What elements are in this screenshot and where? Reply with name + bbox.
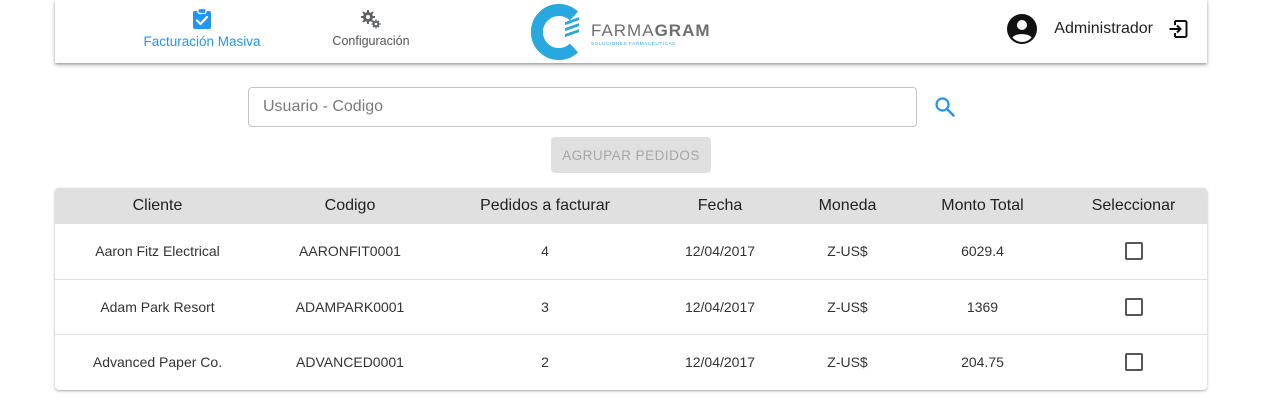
account-circle-icon[interactable] — [1006, 13, 1038, 45]
cell-fecha: 12/04/2017 — [684, 353, 756, 370]
cell-seleccionar — [1060, 224, 1207, 279]
logo-wordmark: FARMAGRAM — [591, 22, 711, 39]
column-header-codigo: Codigo — [324, 197, 376, 214]
cell-pedidos: 4 — [541, 243, 549, 260]
select-checkbox[interactable] — [1124, 242, 1143, 261]
column-header-moneda: Moneda — [818, 197, 877, 214]
cell-pedidos: 3 — [541, 298, 549, 315]
column-header-monto: Monto Total — [941, 197, 1024, 214]
cell-moneda: Z-US$ — [827, 243, 868, 260]
nav-configuracion-label: Configuración — [332, 34, 410, 48]
logo-brand-light: FARMA — [591, 21, 655, 40]
cell-fecha: 12/04/2017 — [684, 243, 756, 260]
search-input[interactable] — [249, 88, 916, 126]
farmagram-logo: FARMAGRAM SOLUCIONES FARMACÉUTICAS — [527, 4, 710, 60]
nav-facturacion-masiva[interactable]: Facturación Masiva — [141, 8, 263, 49]
column-header-seleccionar: Seleccionar — [1091, 197, 1176, 214]
cell-pedidos: 2 — [541, 353, 549, 370]
cell-seleccionar — [1060, 334, 1207, 389]
cell-cliente: Advanced Paper Co. — [92, 353, 223, 370]
table-row: Adam Park Resort ADAMPARK0001 3 12/04/20… — [55, 279, 1207, 334]
cell-moneda: Z-US$ — [827, 353, 868, 370]
cell-codigo: ADVANCED0001 — [296, 353, 404, 370]
column-header-pedidos: Pedidos a facturar — [480, 197, 610, 214]
cell-monto: 1369 — [966, 298, 999, 315]
logout-icon[interactable] — [1167, 18, 1189, 40]
table-header-row: Cliente Codigo Pedidos a facturar Fecha … — [55, 188, 1207, 224]
user-name: Administrador — [1054, 20, 1153, 37]
gears-icon — [361, 10, 381, 29]
table-row: Aaron Fitz Electrical AARONFIT0001 4 12/… — [55, 224, 1207, 279]
farmagram-logo-mark — [530, 4, 579, 60]
top-navbar: Facturación Masiva Configuración FARMAGR… — [55, 0, 1207, 63]
agrupar-pedidos-button[interactable]: AGRUPAR PEDIDOS — [551, 137, 711, 173]
select-checkbox[interactable] — [1124, 352, 1143, 371]
pedidos-table: Cliente Codigo Pedidos a facturar Fecha … — [55, 188, 1207, 389]
pedidos-table-card: Cliente Codigo Pedidos a facturar Fecha … — [55, 188, 1207, 390]
logo-tagline: SOLUCIONES FARMACÉUTICAS — [591, 41, 676, 46]
cell-codigo: AARONFIT0001 — [299, 243, 401, 260]
cell-monto: 204.75 — [961, 353, 1004, 370]
nav-configuracion[interactable]: Configuración — [331, 8, 411, 48]
clipboard-check-icon — [193, 8, 211, 29]
cell-monto: 6029.4 — [961, 243, 1004, 260]
cell-moneda: Z-US$ — [827, 298, 868, 315]
cell-cliente: Aaron Fitz Electrical — [95, 243, 220, 260]
cell-cliente: Adam Park Resort — [100, 298, 215, 315]
column-header-cliente: Cliente — [132, 197, 183, 214]
user-area: Administrador — [1006, 12, 1189, 46]
search-field — [248, 87, 917, 127]
cell-seleccionar — [1060, 279, 1207, 334]
nav-facturacion-label: Facturación Masiva — [143, 34, 261, 49]
cell-codigo: ADAMPARK0001 — [295, 298, 405, 315]
cell-fecha: 12/04/2017 — [684, 298, 756, 315]
search-icon[interactable] — [934, 96, 956, 118]
column-header-fecha: Fecha — [697, 197, 743, 214]
select-checkbox[interactable] — [1124, 297, 1143, 316]
logo-brand-bold: GRAM — [654, 21, 711, 40]
table-row: Advanced Paper Co. ADVANCED0001 2 12/04/… — [55, 334, 1207, 389]
